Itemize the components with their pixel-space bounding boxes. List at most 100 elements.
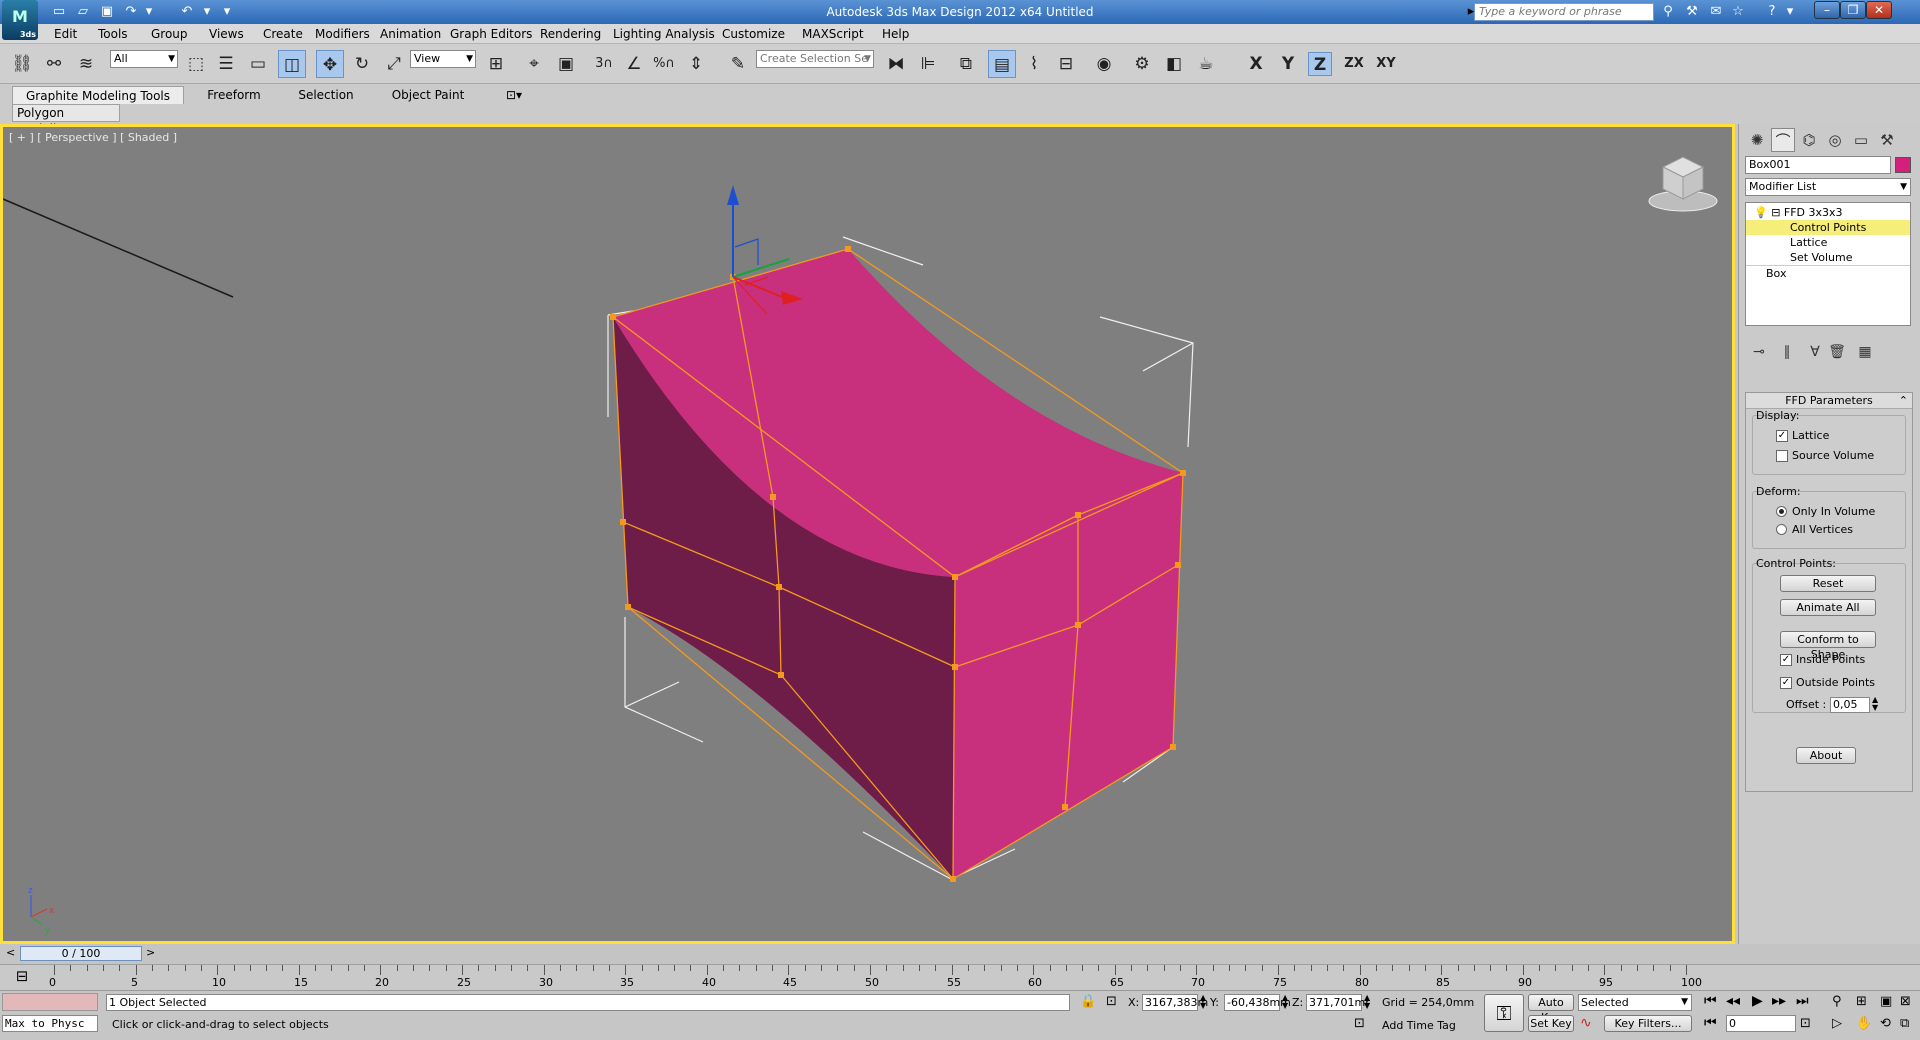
modifier-list-dropdown[interactable]: Modifier List ▼ — [1745, 178, 1911, 196]
snaps-toggle-icon[interactable]: 3∩ — [590, 50, 618, 78]
offset-spinner[interactable]: 0,05 — [1830, 697, 1870, 713]
material-editor-icon[interactable]: ◉ — [1090, 50, 1118, 78]
edit-named-selection-icon[interactable]: ✎ — [724, 50, 752, 78]
undo-dropdown-icon[interactable]: ▾ — [198, 3, 216, 20]
ribbon-options-icon[interactable]: ⊡▾ — [500, 86, 528, 104]
play-icon[interactable]: ▶ — [1752, 993, 1763, 1009]
menu-help[interactable]: Help — [882, 26, 909, 42]
time-slider-next-icon[interactable]: > — [146, 946, 155, 959]
add-time-tag[interactable]: Add Time Tag — [1382, 1019, 1456, 1032]
modify-tab-icon[interactable]: ⌒ — [1771, 128, 1795, 152]
timeline-ruler[interactable]: 0 5 10 15 20 25 30 35 40 45 50 55 60 65 70 75 80 85 90 95 10… — [49, 965, 1702, 989]
stack-item-ffd[interactable]: 💡 ⊟ FFD 3x3x3 — [1746, 205, 1910, 220]
tab-graphite-modeling-tools[interactable]: Graphite Modeling Tools — [12, 86, 184, 104]
z-spinner[interactable]: ▲ ▼ — [1364, 994, 1370, 1010]
save-file-icon[interactable]: ▣ — [98, 3, 116, 20]
reference-coordinate-dropdown[interactable]: View ▼ — [410, 50, 476, 68]
key-mode-toggle-icon[interactable]: ⏮ — [1704, 1015, 1717, 1031]
time-slider-prev-icon[interactable]: < — [6, 946, 15, 959]
x-coordinate-field[interactable]: 3167,383m — [1142, 994, 1208, 1011]
menu-customize[interactable]: Customize — [722, 26, 785, 42]
layer-manager-icon[interactable]: ⧉ — [952, 50, 980, 78]
window-crossing-icon[interactable]: ◫ — [278, 50, 306, 78]
orbit-icon[interactable]: ⟲ — [1880, 1016, 1891, 1031]
open-file-icon[interactable]: ▱ — [74, 3, 92, 20]
auto-key-button[interactable]: Auto Key — [1528, 994, 1574, 1024]
show-end-result-icon[interactable]: ∥ — [1777, 342, 1797, 362]
select-by-name-icon[interactable]: ☰ — [212, 50, 240, 78]
favorites-icon[interactable]: ☆ — [1728, 3, 1748, 21]
selection-filter-dropdown[interactable]: All ▼ — [110, 50, 178, 68]
select-and-manipulate-icon[interactable]: ⌖ — [520, 50, 548, 78]
pin-stack-icon[interactable]: ⊸ — [1749, 342, 1769, 362]
lock-selection-icon[interactable]: 🔒 — [1080, 994, 1096, 1009]
maximize-viewport-icon[interactable]: ⧉ — [1900, 1016, 1909, 1031]
hierarchy-tab-icon[interactable]: ⌬ — [1797, 128, 1821, 152]
select-and-move-icon[interactable]: ✥ — [316, 50, 344, 78]
motion-tab-icon[interactable]: ◎ — [1823, 128, 1847, 152]
go-to-end-icon[interactable]: ⏭ — [1796, 993, 1809, 1009]
x-spinner[interactable]: ▲ ▼ — [1200, 994, 1206, 1010]
time-configuration-icon[interactable]: ⊡ — [1800, 1016, 1811, 1031]
absolute-mode-icon[interactable]: ⊡ — [1106, 994, 1117, 1009]
create-tab-icon[interactable]: ✺ — [1745, 128, 1769, 152]
menu-edit[interactable]: Edit — [54, 26, 77, 42]
menu-rendering[interactable]: Rendering — [540, 26, 601, 42]
search-input[interactable]: Type a keyword or phrase — [1474, 3, 1654, 21]
restore-button[interactable]: ❐ — [1840, 1, 1866, 19]
pivot-center-icon[interactable]: ⊞ — [482, 50, 510, 78]
bind-space-warp-icon[interactable]: ≋ — [72, 50, 100, 78]
select-object-icon[interactable]: ⬚ — [182, 50, 210, 78]
application-menu-button[interactable]: M 3ds — [2, 0, 38, 40]
default-tangent-icon[interactable]: ∿ — [1580, 1015, 1592, 1031]
menu-group[interactable]: Group — [151, 26, 188, 42]
y-coordinate-field[interactable]: -60,438mm — [1224, 994, 1291, 1011]
previous-frame-icon[interactable]: ◂◂ — [1726, 993, 1740, 1009]
menu-views[interactable]: Views — [209, 26, 244, 42]
subscription-icon[interactable]: ⚒ — [1682, 3, 1702, 21]
set-key-button[interactable]: Set Key — [1528, 1015, 1574, 1032]
unlink-icon[interactable]: ⚯ — [40, 50, 68, 78]
axis-xy-button[interactable]: XY — [1374, 52, 1398, 76]
time-slider-thumb[interactable]: 0 / 100 — [20, 946, 142, 961]
stack-item-box[interactable]: Box — [1746, 265, 1910, 280]
quick-access-dropdown-icon[interactable]: ▾ — [218, 3, 236, 20]
axis-zx-button[interactable]: ZX — [1342, 52, 1366, 76]
conform-to-shape-button[interactable]: Conform to Shape — [1780, 631, 1876, 661]
render-setup-icon[interactable]: ⚙ — [1128, 50, 1156, 78]
zoom-extents-all-icon[interactable]: ⊠ — [1900, 994, 1911, 1009]
scene-canvas[interactable]: z x y — [3, 127, 1732, 941]
z-coordinate-field[interactable]: 371,701mr — [1306, 994, 1370, 1011]
y-spinner[interactable]: ▲ ▼ — [1282, 994, 1288, 1010]
reset-button[interactable]: Reset — [1780, 575, 1876, 592]
key-filters-button[interactable]: Key Filters... — [1604, 1015, 1692, 1032]
stack-item-control-points[interactable]: Control Points — [1746, 220, 1910, 235]
time-slider[interactable]: < 0 / 100 > — [0, 944, 1920, 964]
mirror-icon[interactable]: ⧓ — [882, 50, 910, 78]
set-keys-key-icon[interactable]: ⚿ — [1484, 994, 1524, 1032]
polygon-modeling-panel[interactable]: Polygon Modeling — [12, 104, 120, 136]
new-file-icon[interactable]: ▭ — [50, 3, 68, 20]
redo-icon[interactable]: ↷ — [122, 3, 140, 20]
select-and-rotate-icon[interactable]: ↻ — [348, 50, 376, 78]
animate-all-button[interactable]: Animate All — [1780, 599, 1876, 616]
axis-x-button[interactable]: X — [1244, 52, 1268, 76]
help-dropdown-icon[interactable]: ▾ — [1780, 3, 1800, 21]
spinner-snap-icon[interactable]: ⇕ — [682, 50, 710, 78]
go-to-start-icon[interactable]: ⏮ — [1704, 993, 1717, 1009]
help-icon[interactable]: ? — [1762, 3, 1782, 21]
menu-lighting-analysis[interactable]: Lighting Analysis — [613, 26, 715, 42]
axis-z-button[interactable]: Z — [1308, 52, 1332, 76]
schematic-view-icon[interactable]: ⊟ — [1052, 50, 1080, 78]
select-and-link-icon[interactable]: ⛓ — [8, 50, 36, 78]
menu-animation[interactable]: Animation — [380, 26, 441, 42]
stack-item-set-volume[interactable]: Set Volume — [1746, 250, 1910, 265]
offset-spinner-arrows[interactable]: ▲ ▼ — [1872, 696, 1878, 712]
render-production-icon[interactable]: ☕ — [1192, 50, 1220, 78]
utilities-tab-icon[interactable]: ⚒ — [1875, 128, 1899, 152]
rectangular-selection-icon[interactable]: ▭ — [244, 50, 272, 78]
keyboard-shortcut-override-icon[interactable]: ▣ — [552, 50, 580, 78]
menu-maxscript[interactable]: MAXScript — [802, 26, 864, 42]
field-of-view-icon[interactable]: ▷ — [1832, 1016, 1842, 1031]
tab-object-paint[interactable]: Object Paint — [390, 86, 466, 104]
